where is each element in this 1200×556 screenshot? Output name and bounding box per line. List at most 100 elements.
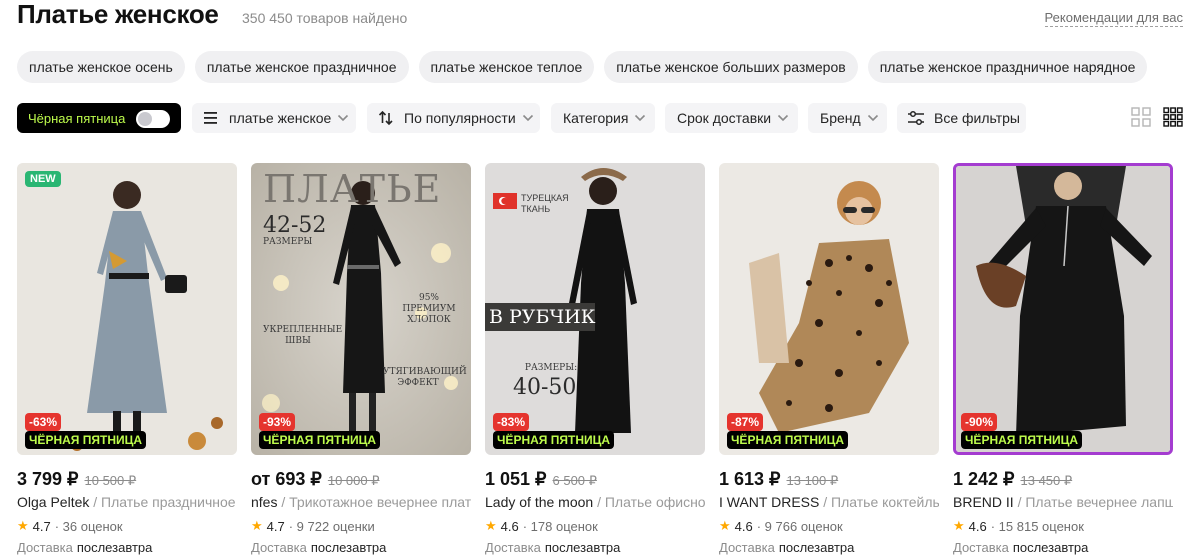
grid-small-view-icon[interactable]	[1163, 107, 1183, 127]
product-photo-illustration	[719, 163, 939, 455]
new-badge: NEW	[25, 171, 61, 187]
delivery-row: Доставка послезавтра	[17, 540, 152, 555]
delivery-value: послезавтра	[310, 540, 387, 555]
product-grid: NEW -63% ЧЁРНАЯ ПЯТНИЦА 3 799 ₽10 500 ₽ …	[17, 163, 1183, 556]
promo-seams: УКРЕПЛЕННЫЕ ШВЫ	[263, 325, 343, 346]
brand-filter-button[interactable]: Бренд	[808, 103, 887, 133]
price-row: от 693 ₽ 10 000 ₽	[251, 469, 380, 490]
promo-sizes: 40-50	[513, 375, 577, 400]
toggle-switch[interactable]	[136, 110, 170, 128]
delivery-value: послезавтра	[76, 540, 153, 555]
promo-rib: В РУБЧИК	[489, 306, 596, 328]
black-friday-badge: ЧЁРНАЯ ПЯТНИЦА	[961, 431, 1083, 449]
delivery-label: Доставка	[17, 540, 73, 555]
query-filter-button[interactable]: платье женское	[192, 103, 356, 133]
promo-cotton: 95% ПРЕМИУМ ХЛОПОК	[402, 293, 456, 325]
page-header: Платье женское 350 450 товаров найдено Р…	[17, 0, 1183, 32]
product-title[interactable]: Olga Peltek / Платье праздничное	[17, 494, 237, 510]
star-icon: ★	[485, 518, 497, 533]
recommendations-link[interactable]: Рекомендации для вас	[1044, 10, 1183, 27]
sort-button[interactable]: По популярности	[367, 103, 540, 133]
chevron-down-icon	[338, 114, 349, 122]
suggestion-chip[interactable]: платье женское больших размеров	[604, 51, 858, 83]
product-title[interactable]: BREND II / Платье вечернее лапша	[953, 494, 1173, 510]
category-button[interactable]: Категория	[551, 103, 655, 133]
rating-row: ★ 4.7 · 36 оценок	[17, 518, 123, 534]
sort-icon	[378, 110, 393, 126]
rating-row: ★ 4.6 · 9 766 оценок	[719, 518, 843, 534]
brand-name: I WANT DRESS	[719, 494, 820, 510]
suggestion-chip[interactable]: платье женское теплое	[418, 51, 595, 83]
price: 1 051 ₽	[485, 469, 547, 489]
product-photo-illustration	[17, 163, 237, 455]
price: от 693 ₽	[251, 469, 322, 489]
promo-sizes-label: РАЗМЕРЫ:	[524, 363, 578, 373]
promo-sizes-label: РАЗМЕРЫ	[263, 237, 313, 247]
promo-effect: УТЯГИВАЮЩИЙ ЭФФЕКТ	[383, 367, 467, 388]
price-row: 1 242 ₽ 13 450 ₽	[953, 469, 1072, 490]
delivery-row: Доставка послезавтра	[719, 540, 854, 555]
black-friday-badge: ЧЁРНАЯ ПЯТНИЦА	[727, 431, 849, 449]
suggestion-chip[interactable]: платье женское праздничное нарядное	[867, 51, 1148, 83]
reviews-count: · 36 оценок	[54, 518, 123, 534]
brand-name: BREND II	[953, 494, 1014, 510]
brand-name: Lady of the moon	[485, 494, 594, 510]
price-row: 1 051 ₽ 6 500 ₽	[485, 469, 597, 490]
delivery-label: Доставка	[485, 540, 541, 555]
product-title[interactable]: I WANT DRESS / Платье коктейльное	[719, 494, 939, 510]
black-friday-badge: ЧЁРНАЯ ПЯТНИЦА	[493, 431, 615, 449]
product-name: / Платье праздничное	[89, 494, 236, 510]
product-title[interactable]: nfes / Трикотажное вечернее платье	[251, 494, 471, 510]
star-icon: ★	[953, 518, 965, 533]
results-count: 350 450 товаров найдено	[242, 10, 408, 26]
all-filters-button[interactable]: Все фильтры	[897, 103, 1026, 133]
product-image[interactable]: NEW -63% ЧЁРНАЯ ПЯТНИЦА	[17, 163, 237, 455]
price-row: 3 799 ₽ 10 500 ₽	[17, 469, 136, 490]
discount-badge: -63%	[25, 413, 62, 431]
old-price: 13 100 ₽	[786, 473, 839, 488]
rating-row: ★ 4.7 · 9 722 оценки	[251, 518, 375, 534]
product-title[interactable]: Lady of the moon / Платье офисное	[485, 494, 705, 510]
chevron-down-icon	[778, 114, 789, 122]
reviews-count: · 9 766 оценок	[756, 518, 843, 534]
discount-badge: -93%	[259, 413, 296, 431]
delivery-row: Доставка послезавтра	[251, 540, 386, 555]
reviews-count: · 178 оценок	[522, 518, 598, 534]
delivery-row: Доставка послезавтра	[485, 540, 620, 555]
old-price: 13 450 ₽	[1020, 473, 1073, 488]
suggestion-chip[interactable]: платье женское осень	[17, 51, 185, 83]
rating-value: 4.6	[500, 518, 519, 534]
delivery-value: послезавтра	[1012, 540, 1089, 555]
promo-fabric: ТУРЕЦКАЯ ТКАНЬ	[521, 193, 569, 214]
product-image[interactable]: ПЛАТЬЕ 42-52 РАЗМЕРЫ 95% ПРЕМИУМ ХЛОПОК …	[251, 163, 471, 455]
discount-badge: -83%	[493, 413, 530, 431]
suggestion-chips: платье женское осень платье женское праз…	[17, 51, 1148, 83]
promo-title: ПЛАТЬЕ	[263, 167, 442, 211]
grid-large-view-icon[interactable]	[1131, 107, 1151, 127]
black-friday-toggle[interactable]: Чёрная пятница	[17, 103, 181, 133]
black-friday-badge: ЧЁРНАЯ ПЯТНИЦА	[259, 431, 381, 449]
product-image[interactable]: -90% ЧЁРНАЯ ПЯТНИЦА	[953, 163, 1173, 455]
delivery-value: послезавтра	[544, 540, 621, 555]
sliders-icon	[908, 110, 924, 126]
all-filters-label: Все фильтры	[934, 110, 1020, 126]
rating-value: 4.6	[968, 518, 987, 534]
menu-icon	[204, 112, 217, 124]
suggestion-chip[interactable]: платье женское праздничное	[194, 51, 409, 83]
price: 1 613 ₽	[719, 469, 781, 489]
product-image[interactable]: -87% ЧЁРНАЯ ПЯТНИЦА	[719, 163, 939, 455]
product-image[interactable]: ТУРЕЦКАЯ ТКАНЬ В РУБЧИК РАЗМЕРЫ: 40-50 -…	[485, 163, 705, 455]
delivery-label: Доставка	[719, 540, 775, 555]
view-switcher	[1131, 107, 1183, 127]
star-icon: ★	[251, 518, 263, 533]
old-price: 10 500 ₽	[84, 473, 137, 488]
star-icon: ★	[719, 518, 731, 533]
query-filter-label: платье женское	[229, 110, 332, 126]
black-friday-badge: ЧЁРНАЯ ПЯТНИЦА	[25, 431, 147, 449]
delivery-filter-button[interactable]: Срок доставки	[665, 103, 798, 133]
black-friday-label: Чёрная пятница	[28, 110, 126, 126]
filters-bar: Чёрная пятница платье женское По популяр…	[17, 103, 1183, 133]
chevron-down-icon	[867, 114, 878, 122]
rating-value: 4.7	[32, 518, 51, 534]
brand-name: Olga Peltek	[17, 494, 90, 510]
